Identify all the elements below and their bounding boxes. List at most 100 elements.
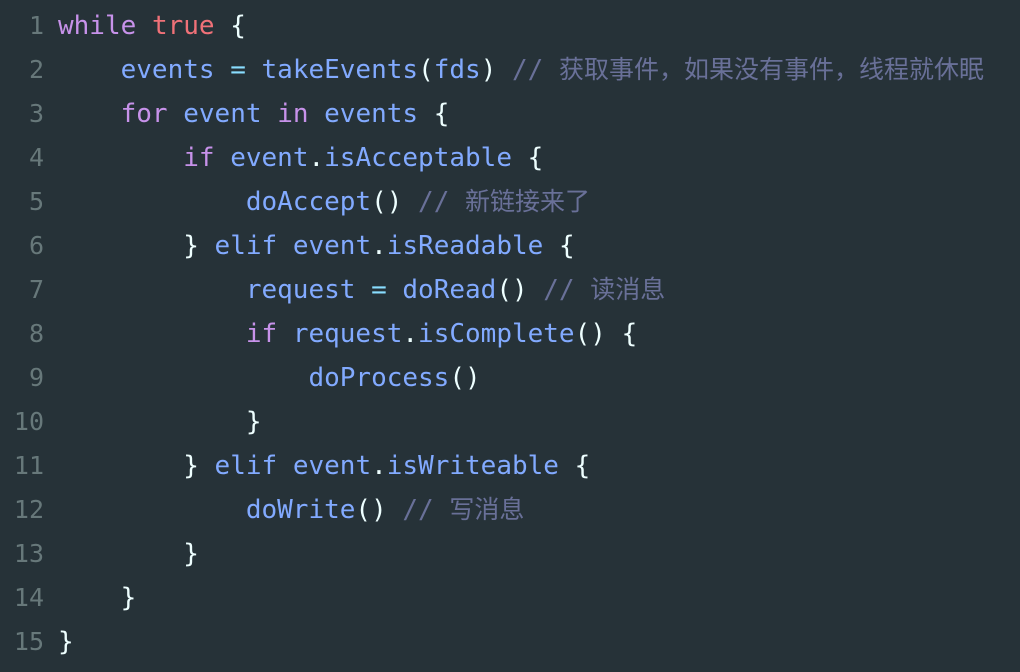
token-punct — [168, 99, 184, 129]
token-ident: doWrite — [245, 495, 356, 525]
token-comment: // — [543, 275, 591, 305]
token-comment: // — [512, 55, 559, 85]
token-punct: () — [496, 275, 528, 305]
code-line[interactable]: 10 } — [0, 400, 1020, 444]
code-line[interactable]: 11 } elif event.isWriteable { — [0, 444, 1020, 488]
token-ident: fds — [433, 55, 481, 85]
line-content[interactable]: doProcess() — [48, 356, 1020, 400]
line-number: 8 — [28, 319, 44, 348]
token-punct: } — [183, 231, 199, 261]
token-punct — [606, 319, 622, 349]
line-number: 13 — [13, 539, 44, 568]
token-punct: . — [308, 143, 325, 173]
token-punct: } — [183, 451, 199, 481]
token-ident: request — [245, 275, 356, 305]
token-punct — [387, 495, 403, 525]
line-content[interactable]: events = takeEvents(fds) // 获取事件，如果没有事件，… — [48, 48, 1020, 92]
token-punct: ( — [418, 55, 434, 85]
line-content[interactable]: doAccept() // 新链接来了 — [48, 180, 1020, 224]
code-line[interactable]: 14 } — [0, 576, 1020, 620]
line-content[interactable]: doWrite() // 写消息 — [48, 488, 1020, 532]
line-number: 10 — [13, 407, 44, 436]
line-content[interactable]: } — [48, 532, 1020, 576]
line-content[interactable]: } — [48, 400, 1020, 444]
token-punct — [277, 451, 293, 481]
token-ident: event — [230, 143, 309, 173]
token-ident: isComplete — [418, 319, 575, 349]
code-line[interactable]: 1 while true { — [0, 4, 1020, 48]
token-punct — [199, 451, 215, 481]
line-content[interactable]: } elif event.isWriteable { — [48, 444, 1020, 488]
token-punct: } — [245, 407, 262, 437]
token-punct — [215, 143, 231, 173]
token-punct — [136, 11, 152, 41]
token-punct — [277, 319, 293, 349]
token-keyword: for — [120, 99, 168, 129]
token-keyword: while — [58, 11, 137, 41]
token-ident: doRead — [402, 275, 497, 305]
code-line[interactable]: 13 } — [0, 532, 1020, 576]
token-punct — [496, 55, 512, 85]
token-punct: { — [558, 231, 575, 261]
line-number: 7 — [28, 275, 44, 304]
token-operator: = — [230, 55, 246, 85]
token-punct: ) — [480, 55, 497, 85]
token-punct: () — [449, 363, 481, 393]
code-line[interactable]: 12 doWrite() // 写消息 — [0, 488, 1020, 532]
token-ident: isWriteable — [386, 451, 559, 481]
token-punct: { — [621, 319, 638, 349]
token-ident: takeEvents — [261, 55, 419, 85]
line-content[interactable]: while true { — [48, 4, 1020, 48]
token-keyword: if — [245, 319, 278, 349]
token-bool: true — [151, 11, 215, 41]
code-line[interactable]: 9 doProcess() — [0, 356, 1020, 400]
token-punct — [246, 55, 262, 85]
code-line[interactable]: 8 if request.isComplete() { — [0, 312, 1020, 356]
token-punct — [262, 99, 278, 129]
token-punct — [402, 187, 418, 217]
token-punct: () — [371, 187, 403, 217]
line-number: 15 — [13, 627, 44, 656]
code-line[interactable]: 15} — [0, 620, 1020, 664]
line-content[interactable]: if event.isAcceptable { — [48, 136, 1020, 180]
token-ident: doProcess — [308, 363, 450, 393]
token-ident: event — [183, 99, 262, 129]
token-punct: } — [120, 583, 137, 613]
line-content[interactable]: request = doRead() // 读消息 — [48, 268, 1020, 312]
token-comment-cjk: 获取事件，如果没有事件，线程就休眠 — [558, 55, 984, 84]
line-content[interactable]: } — [48, 576, 1020, 620]
line-number: 4 — [28, 143, 44, 172]
code-line[interactable]: 5 doAccept() // 新链接来了 — [0, 180, 1020, 224]
token-punct — [277, 231, 293, 261]
token-punct: () — [355, 495, 387, 525]
line-content[interactable]: if request.isComplete() { — [48, 312, 1020, 356]
token-punct: . — [402, 319, 419, 349]
code-line[interactable]: 3 for event in events { — [0, 92, 1020, 136]
token-punct: () — [574, 319, 606, 349]
code-editor[interactable]: 1 while true {2 events = takeEvents(fds) … — [0, 0, 1020, 672]
token-punct — [543, 231, 559, 261]
line-content[interactable]: } — [48, 620, 1020, 664]
line-number: 6 — [28, 231, 44, 260]
code-line[interactable]: 7 request = doRead() // 读消息 — [0, 268, 1020, 312]
token-ident: elif — [214, 451, 278, 481]
line-number: 3 — [28, 99, 44, 128]
code-line[interactable]: 4 if event.isAcceptable { — [0, 136, 1020, 180]
line-content[interactable]: } elif event.isReadable { — [48, 224, 1020, 268]
code-line[interactable]: 6 } elif event.isReadable { — [0, 224, 1020, 268]
token-operator: = — [371, 275, 387, 305]
token-punct: . — [371, 451, 387, 481]
line-content[interactable]: for event in events { — [48, 92, 1020, 136]
code-line[interactable]: 2 events = takeEvents(fds) // 获取事件，如果没有事… — [0, 48, 1020, 92]
token-keyword: in — [277, 99, 309, 129]
token-ident: isAcceptable — [324, 143, 512, 173]
token-punct: . — [371, 231, 387, 261]
token-punct — [199, 231, 215, 261]
